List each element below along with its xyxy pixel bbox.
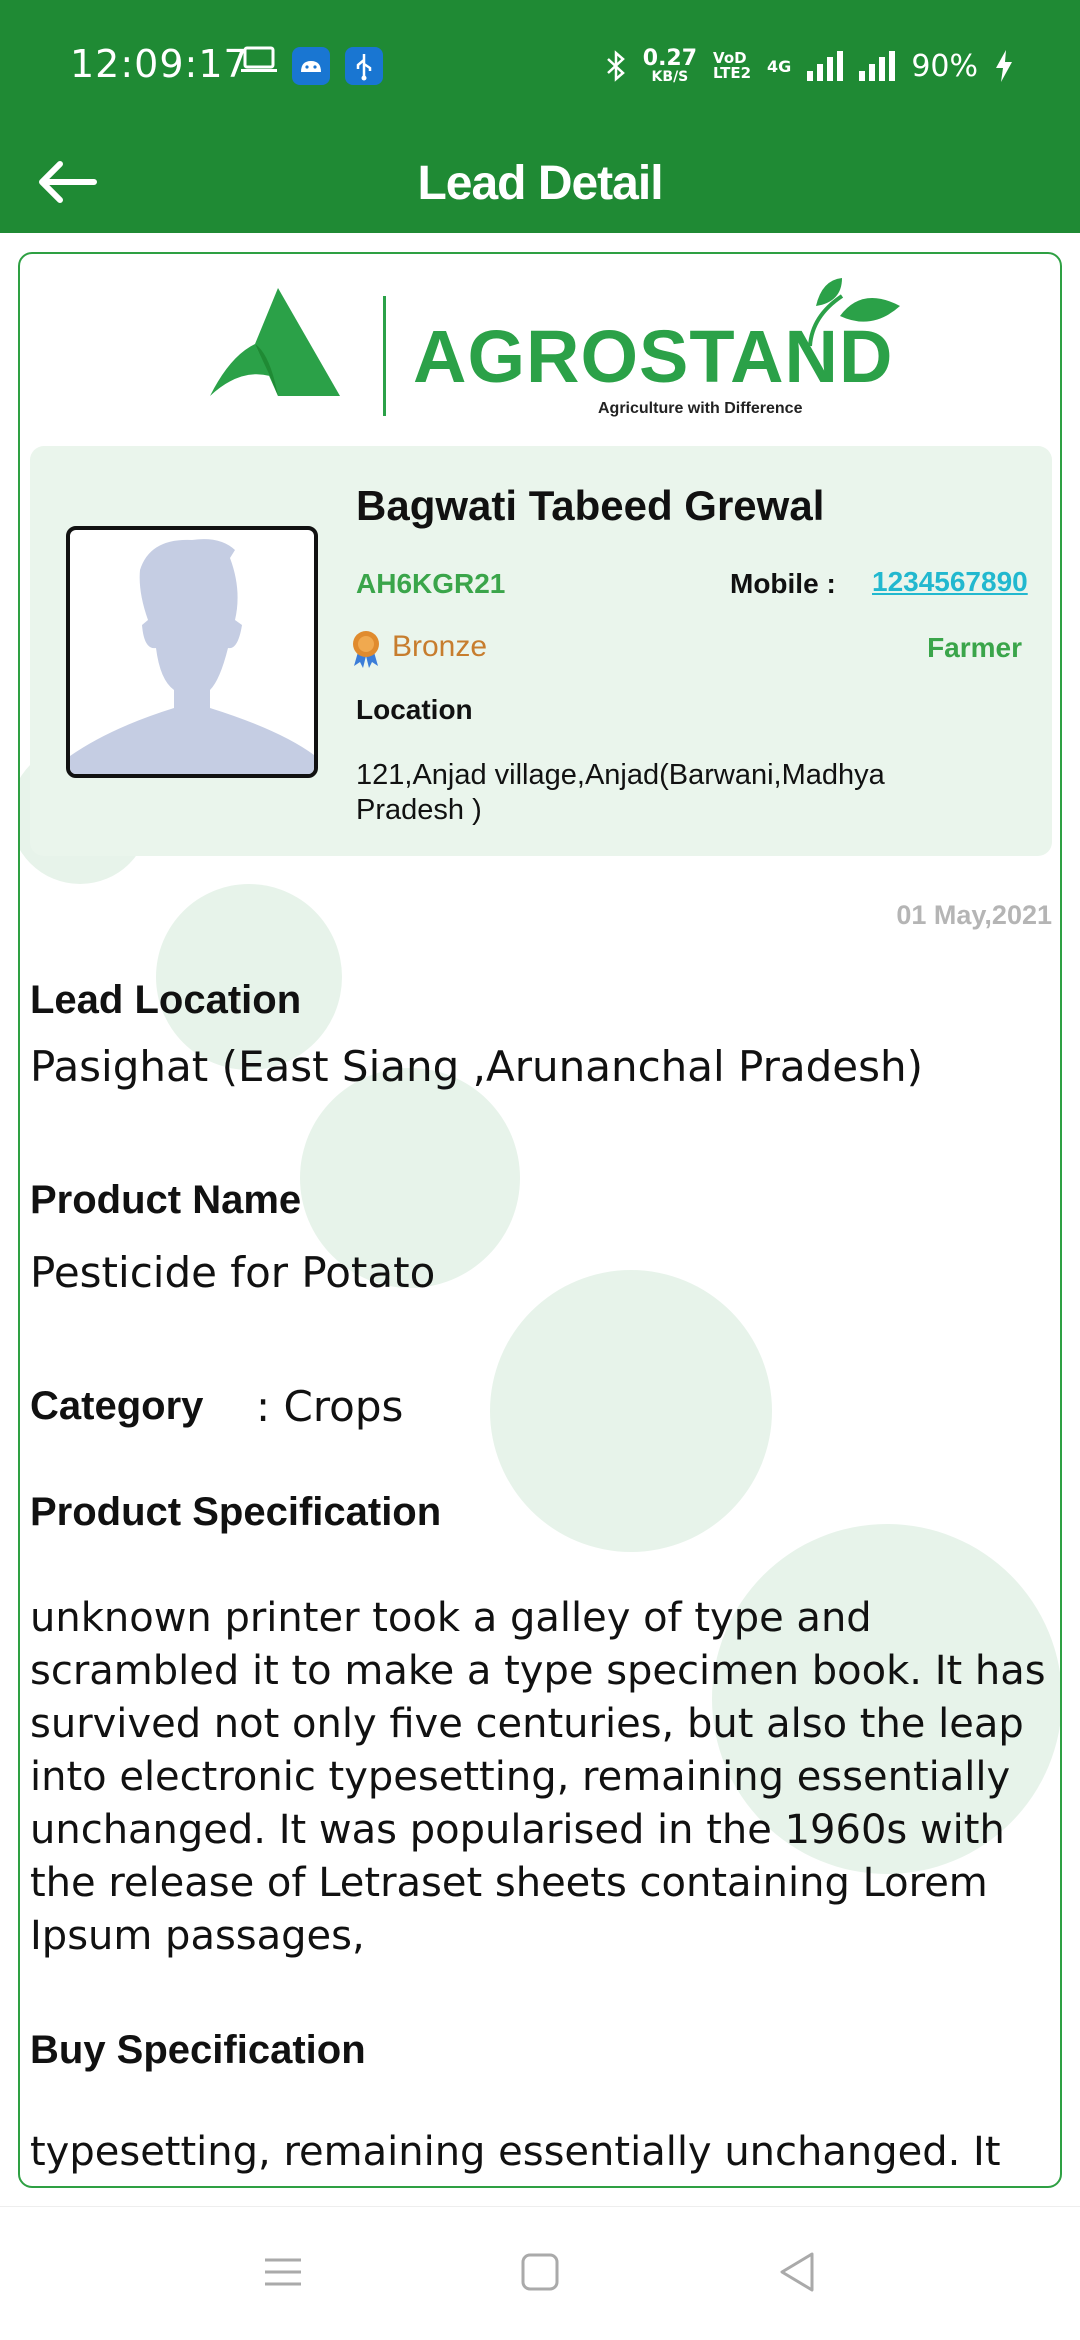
net-speed-unit: KB/S xyxy=(651,69,689,85)
menu-icon[interactable] xyxy=(258,2247,308,2297)
person-placeholder-icon xyxy=(70,539,314,774)
volte-line2: LTE2 xyxy=(713,64,752,82)
bluetooth-icon xyxy=(606,50,625,82)
home-square-icon[interactable] xyxy=(515,2247,565,2297)
product-spec-text: unknown printer took a galley of type an… xyxy=(30,1595,1046,1959)
category-value: : Crops xyxy=(256,1382,404,1431)
lead-date: 01 May,2021 xyxy=(896,900,1052,930)
signal-icon-2 xyxy=(859,51,896,81)
medal-icon xyxy=(353,631,379,668)
status-bar: 12:09:17 0.27 KB/S VoD LTE2 4G 90% xyxy=(0,0,1080,130)
status-time: 12:09:17 xyxy=(70,42,249,86)
status-right: 0.27 KB/S VoD LTE2 4G 90% xyxy=(605,44,1014,88)
logo-mark-icon xyxy=(210,288,340,396)
avatar xyxy=(66,526,318,778)
page-title: Lead Detail xyxy=(417,157,663,210)
mobile-label: Mobile : xyxy=(730,568,836,599)
buy-spec-text: typesetting, remaining essentially uncha… xyxy=(30,2129,1001,2186)
lead-card[interactable]: AGROSTAND Agriculture with Difference Ba… xyxy=(18,252,1062,2188)
back-triangle-icon[interactable] xyxy=(772,2247,822,2297)
volte-indicator: VoD LTE2 xyxy=(713,51,751,81)
tier-badge: Bronze xyxy=(392,630,488,663)
laptop-icon xyxy=(241,46,277,72)
system-nav-bar xyxy=(0,2206,1080,2340)
profile-panel: Bagwati Tabeed Grewal AH6KGR21 Mobile : … xyxy=(30,446,1052,856)
customer-type: Farmer xyxy=(927,632,1022,663)
signal-icon xyxy=(807,51,844,81)
leaf-icon xyxy=(808,278,900,347)
android-icon xyxy=(292,47,330,85)
location-label: Location xyxy=(356,694,473,725)
product-name-label: Product Name xyxy=(30,1178,302,1222)
usb-icon xyxy=(345,47,383,85)
net-speed: 0.27 KB/S xyxy=(642,46,698,85)
app-bar: Lead Detail xyxy=(0,130,1080,233)
net-speed-value: 0.27 xyxy=(642,46,698,71)
top-bar: 12:09:17 0.27 KB/S VoD LTE2 4G 90% Lead … xyxy=(0,0,1080,233)
lead-location-value: Pasighat (East Siang ,Arunanchal Pradesh… xyxy=(30,1042,924,1091)
mobile-link[interactable]: 1234567890 xyxy=(872,566,1028,598)
product-name-value: Pesticide for Potato xyxy=(30,1248,436,1297)
customer-id: AH6KGR21 xyxy=(356,568,506,599)
buy-spec-label: Buy Specification xyxy=(30,2028,366,2072)
customer-name: Bagwati Tabeed Grewal xyxy=(356,482,825,529)
battery-percent: 90% xyxy=(911,48,978,84)
agrostand-logo: AGROSTAND Agriculture with Difference xyxy=(200,276,900,417)
charging-icon xyxy=(996,50,1012,82)
product-spec-label: Product Specification xyxy=(30,1490,442,1534)
location-value: 121,Anjad village,Anjad(Barwani,Madhya P… xyxy=(356,759,885,826)
lead-location-label: Lead Location xyxy=(30,978,302,1022)
logo-divider xyxy=(383,296,386,416)
category-label: Category xyxy=(30,1384,204,1428)
decor-bubble xyxy=(490,1270,772,1552)
network-type: 4G xyxy=(767,56,792,76)
logo-tagline: Agriculture with Difference xyxy=(598,400,803,417)
